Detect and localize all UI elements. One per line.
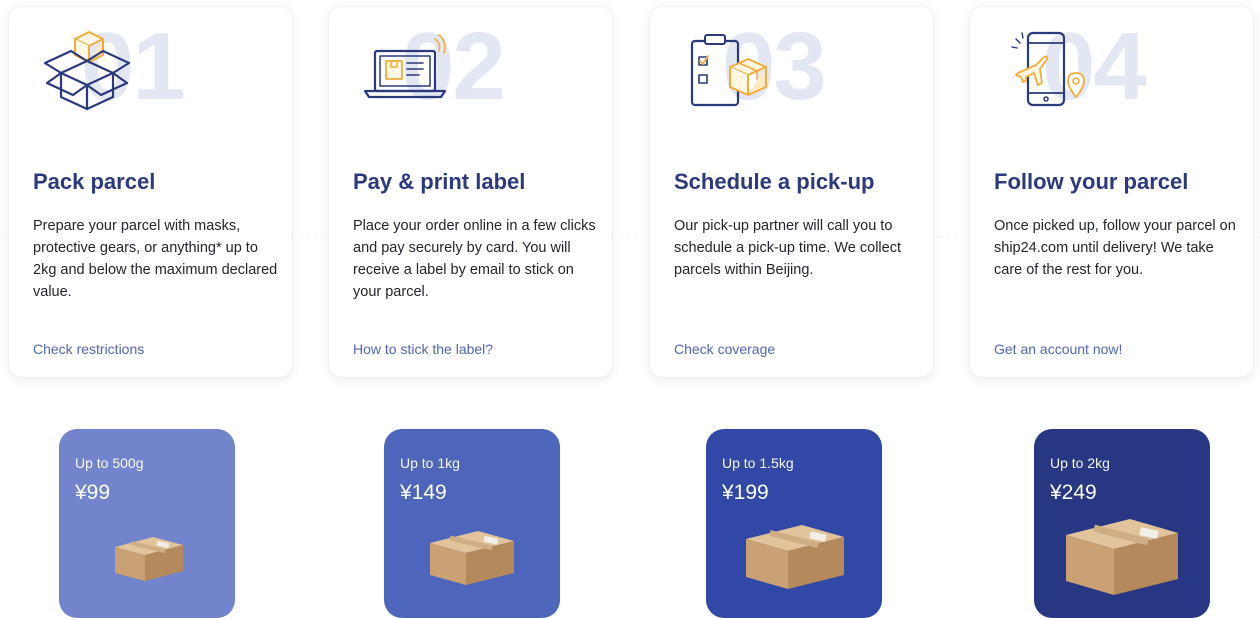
step-description: Our pick-up partner will call you to sch… — [674, 218, 902, 278]
get-account-link[interactable]: Get an account now! — [994, 341, 1122, 357]
step-card-pack-parcel: 01 Pack parcel Prepare your parcel with … — [9, 7, 292, 377]
price-amount: ¥249 — [1050, 481, 1097, 504]
price-tile-500g[interactable]: Up to 500g ¥99 — [59, 429, 235, 618]
parcel-box-icon — [1066, 519, 1178, 595]
price-amount: ¥149 — [400, 481, 447, 504]
laptop-label-icon — [363, 34, 447, 99]
price-tile-2kg[interactable]: Up to 2kg ¥249 — [1034, 429, 1210, 618]
step-card-schedule-pickup: 03 Schedule a pick-up Our pick-up partne… — [650, 7, 933, 377]
step-title: Pay & print label — [353, 169, 526, 194]
parcel-box-icon — [430, 531, 514, 585]
price-tile-1-5kg[interactable]: Up to 1.5kg ¥199 — [706, 429, 882, 618]
step-description: Prepare your parcel with masks, protecti… — [33, 218, 278, 300]
clipboard-box-icon — [690, 34, 767, 107]
parcel-box-icon — [746, 525, 844, 589]
price-weight: Up to 1.5kg — [722, 455, 794, 471]
check-restrictions-link[interactable]: Check restrictions — [33, 341, 144, 357]
step-description: Once picked up, follow your parcel on sh… — [994, 218, 1236, 278]
check-coverage-link[interactable]: Check coverage — [674, 341, 775, 357]
price-weight: Up to 2kg — [1050, 455, 1110, 471]
phone-plane-icon — [1011, 31, 1085, 107]
how-to-stick-label-link[interactable]: How to stick the label? — [353, 341, 493, 357]
price-tile-1kg[interactable]: Up to 1kg ¥149 — [384, 429, 560, 618]
price-amount: ¥199 — [722, 481, 769, 504]
open-box-icon — [43, 31, 131, 111]
step-title: Pack parcel — [33, 169, 156, 194]
parcel-box-icon — [115, 537, 183, 581]
step-title: Schedule a pick-up — [674, 169, 875, 194]
step-description: Place your order online in a few clicks … — [353, 218, 596, 300]
price-weight: Up to 1kg — [400, 455, 460, 471]
price-weight: Up to 500g — [75, 455, 144, 471]
step-title: Follow your parcel — [994, 169, 1189, 194]
step-card-pay-print-label: 02 Pay & print label Place your order on… — [329, 7, 612, 377]
price-amount: ¥99 — [75, 481, 111, 504]
step-card-follow-parcel: 04 Follow your parcel Once picked up, fo… — [970, 7, 1253, 377]
